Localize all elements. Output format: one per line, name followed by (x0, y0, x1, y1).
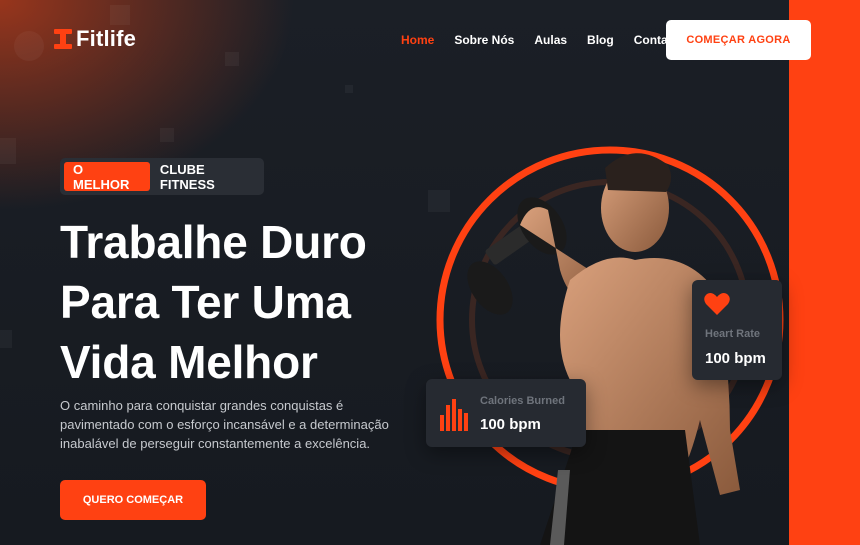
headline-line: Trabalhe Duro (60, 216, 367, 268)
nav-home[interactable]: Home (401, 33, 434, 47)
heart-rate-card: Heart Rate 100 bpm (692, 280, 782, 380)
decor-square (345, 85, 353, 93)
nav-blog[interactable]: Blog (587, 33, 614, 47)
nav-sobre-nos[interactable]: Sobre Nós (454, 33, 514, 47)
logo[interactable]: Fitlife (54, 26, 136, 52)
headline-line: Vida Melhor (60, 336, 318, 388)
dumbbell-icon (54, 29, 72, 49)
tag-highlight: O MELHOR (64, 162, 150, 192)
decor-circle (14, 31, 44, 61)
calories-value: 100 bpm (480, 416, 541, 433)
hero-tag: O MELHOR CLUBE FITNESS (60, 158, 264, 195)
start-now-button[interactable]: COMEÇAR AGORA (666, 20, 811, 60)
get-started-button[interactable]: QUERO COMEÇAR (60, 480, 206, 520)
calories-label: Calories Burned (480, 395, 565, 407)
decor-square (110, 5, 130, 25)
heart-rate-label: Heart Rate (705, 328, 761, 340)
decor-square (0, 138, 16, 164)
nav-aulas[interactable]: Aulas (534, 33, 567, 47)
hero-headline: Trabalhe Duro Para Ter Uma Vida Melhor (60, 212, 440, 392)
decor-square (160, 128, 174, 142)
headline-line: Para Ter Uma (60, 276, 351, 328)
tag-text: CLUBE FITNESS (159, 161, 215, 192)
accent-strip (789, 0, 860, 545)
hero-paragraph: O caminho para conquistar grandes conqui… (60, 398, 389, 451)
decor-square (225, 52, 239, 66)
decor-square (0, 330, 12, 348)
brand-name: Fitlife (76, 26, 137, 51)
main-nav: Home Sobre Nós Aulas Blog Contato (401, 33, 679, 47)
heart-icon (704, 293, 730, 315)
calories-card: Calories Burned 100 bpm (426, 379, 586, 447)
bar-chart-icon (440, 399, 468, 431)
heart-rate-value: 100 bpm (705, 350, 766, 367)
